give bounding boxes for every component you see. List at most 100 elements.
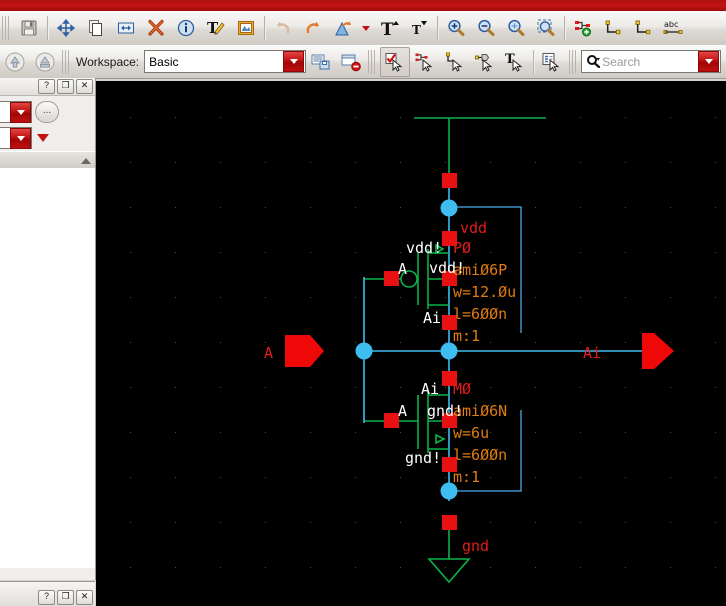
nmos-drain-label: Ai <box>421 380 439 398</box>
panel-field-row-2 <box>0 126 49 150</box>
list-item[interactable]: 4) <box>0 201 95 217</box>
list-item[interactable]: s4) <box>0 185 95 201</box>
bottom-panel-help-button[interactable]: ? <box>38 590 55 605</box>
workspace-toolbar: Workspace: Basic T Search <box>0 45 726 79</box>
workspace-label: Workspace: <box>76 54 140 69</box>
panel-combo-1[interactable] <box>0 101 32 123</box>
pin-square[interactable] <box>442 515 457 530</box>
select-toolbar-grip[interactable] <box>368 49 378 74</box>
select-instance-button[interactable] <box>410 47 440 77</box>
pin-square[interactable] <box>384 413 399 428</box>
left-dock-panel: ? ❐ ✕ ... e u_6u s4) 4) <box>0 78 96 580</box>
pmos-bulk-label: vdd! <box>406 239 442 257</box>
zoom-out-button[interactable] <box>471 13 501 43</box>
toolbar-separator <box>533 49 535 74</box>
text-down-button[interactable]: T <box>404 13 434 43</box>
nmos-length-label: l=6ØØn <box>453 446 507 464</box>
zoom-fit-button[interactable] <box>501 13 531 43</box>
panel-field-row-1: ... <box>0 100 59 124</box>
text-up-button[interactable]: T <box>374 13 404 43</box>
output-pin-ai[interactable] <box>642 333 674 369</box>
redo-button[interactable] <box>298 13 328 43</box>
bottom-panel-float-button[interactable]: ❐ <box>57 590 74 605</box>
panel-browse-button[interactable]: ... <box>35 101 59 123</box>
edit-text-button[interactable]: T <box>201 13 231 43</box>
list-item[interactable]: u_6u <box>0 168 95 185</box>
pin-square[interactable] <box>384 271 399 286</box>
create-wire-name-button[interactable] <box>628 13 658 43</box>
output-pin-label: Ai <box>583 344 601 362</box>
main-toolbar: T T T abc <box>0 11 726 46</box>
toolbar-grip[interactable] <box>2 16 11 40</box>
select-all-button[interactable] <box>380 46 411 77</box>
pmos-width-label: w=12.Øu <box>453 283 516 301</box>
workspace-select-value: Basic <box>149 54 179 69</box>
window-title-strip <box>0 0 726 11</box>
workspace-toolbar-grip[interactable] <box>62 49 71 74</box>
search-chevron-down-icon[interactable] <box>698 51 720 72</box>
vdd-supply-symbol[interactable] <box>414 117 546 180</box>
instance-button[interactable] <box>231 13 261 43</box>
create-wire-button[interactable] <box>598 13 628 43</box>
panel-caption-bar: ? ❐ ✕ <box>0 78 95 96</box>
panel-filter-triangle-icon[interactable] <box>37 134 49 142</box>
search-toolbar-grip[interactable] <box>569 49 579 74</box>
toolbar-separator <box>564 16 565 40</box>
stretch-button[interactable] <box>111 13 141 43</box>
cell-list[interactable]: u_6u s4) 4) <box>0 168 95 568</box>
zoom-in-button[interactable] <box>441 13 471 43</box>
rotate-button[interactable] <box>328 13 358 43</box>
nmos-device-symbol[interactable] <box>364 391 449 453</box>
toolbar-separator <box>437 16 438 40</box>
undo-button[interactable] <box>268 13 298 43</box>
sort-ascending-icon <box>81 157 91 164</box>
bottom-panel-close-button[interactable]: ✕ <box>76 590 93 605</box>
save-button[interactable] <box>14 13 44 43</box>
select-wire-button[interactable] <box>440 47 470 77</box>
panel-help-button[interactable]: ? <box>38 79 55 94</box>
nmos-multiplier-label: m:1 <box>453 468 480 486</box>
select-pin-button[interactable] <box>470 47 500 77</box>
save-workspace-button[interactable] <box>306 47 336 77</box>
pmos-length-label: l=6ØØn <box>453 305 507 323</box>
workspace-select[interactable]: Basic <box>144 50 307 73</box>
svg-text:T: T <box>381 20 394 38</box>
pin-square[interactable] <box>442 173 457 188</box>
panel-combo-1-chevron-down-icon[interactable] <box>10 101 31 123</box>
return-hierarchy-button[interactable] <box>30 47 60 77</box>
vdd-label: vdd <box>460 219 487 237</box>
bottom-dock-panel-caption: ? ❐ ✕ <box>0 581 95 606</box>
pmos-bulk-label-2: vdd! <box>429 259 465 277</box>
rotate-dropdown-button[interactable] <box>358 13 374 43</box>
panel-combo-2-chevron-down-icon[interactable] <box>10 127 31 149</box>
panel-float-button[interactable]: ❐ <box>57 79 74 94</box>
nmos-bulk-label-2: gnd! <box>405 449 441 467</box>
search-input[interactable]: Search <box>581 50 722 73</box>
junction-dot[interactable] <box>440 199 458 217</box>
junction-dot[interactable] <box>355 342 373 360</box>
panel-combo-2[interactable] <box>0 127 32 149</box>
copy-button[interactable] <box>81 13 111 43</box>
create-instance-button[interactable] <box>568 13 598 43</box>
search-icon <box>587 55 601 68</box>
delete-button[interactable] <box>141 13 171 43</box>
pmos-gate-label: A <box>398 260 407 278</box>
chevron-down-icon[interactable] <box>283 51 305 72</box>
schematic-canvas[interactable]: vdd gnd A Ai PØ amiØ6P w=12.Øu l=6ØØn m:… <box>96 81 726 606</box>
gnd-label: gnd <box>462 537 489 555</box>
pmos-instance-name: PØ <box>453 239 471 257</box>
pmos-multiplier-label: m:1 <box>453 327 480 345</box>
create-label-button[interactable]: abc <box>658 13 688 43</box>
properties-button[interactable] <box>171 13 201 43</box>
select-annotation-button[interactable] <box>537 47 567 77</box>
toolbar-separator <box>47 16 48 40</box>
input-pin-a[interactable] <box>285 335 324 367</box>
move-button[interactable] <box>51 13 81 43</box>
up-hierarchy-button[interactable] <box>0 47 30 77</box>
junction-dot[interactable] <box>440 342 458 360</box>
select-text-button[interactable]: T <box>500 47 530 77</box>
delete-workspace-button[interactable] <box>336 47 366 77</box>
panel-close-button[interactable]: ✕ <box>76 79 93 94</box>
zoom-area-button[interactable] <box>531 13 561 43</box>
schematic-drawing: vdd gnd A Ai PØ amiØ6P w=12.Øu l=6ØØn m:… <box>264 117 674 584</box>
